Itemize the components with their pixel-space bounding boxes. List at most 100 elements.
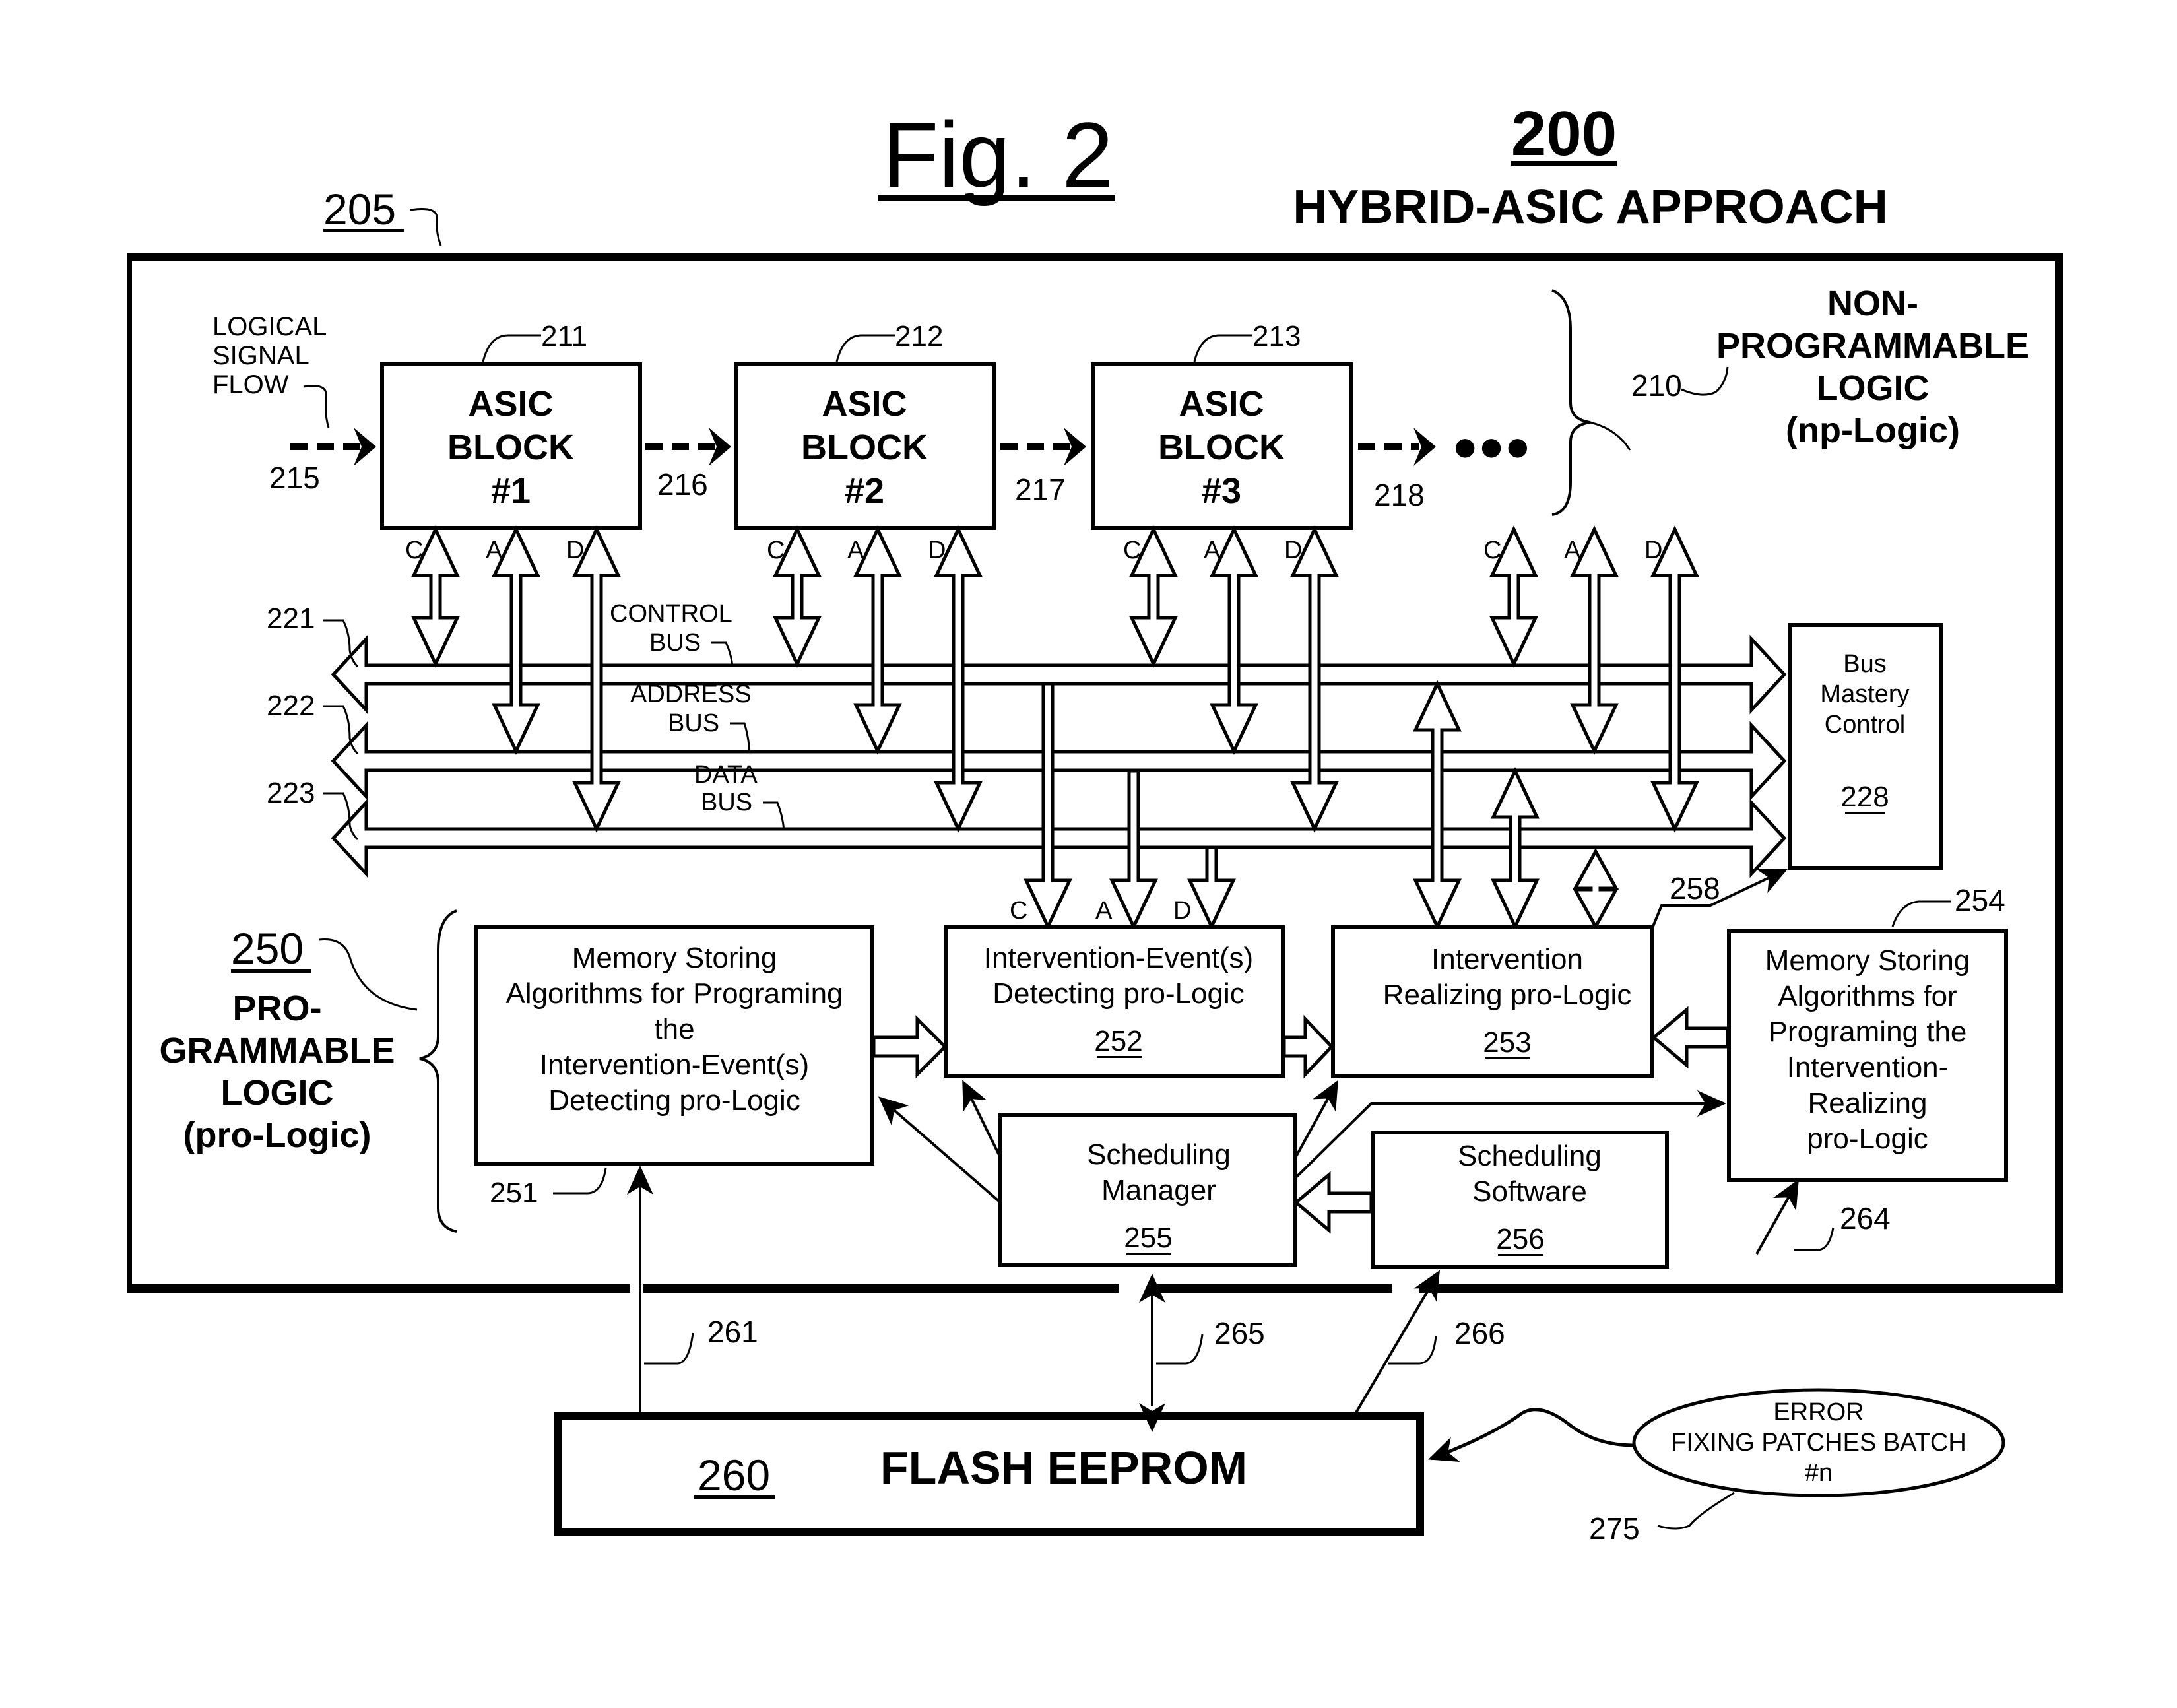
np-logic-line-4: (np-Logic)	[1786, 411, 1960, 450]
address-bus-label-2: BUS	[668, 709, 719, 737]
d-connector-to-253	[1572, 847, 1619, 931]
asic-block-2-ref: 212	[895, 320, 943, 352]
leader-line	[1156, 1334, 1204, 1365]
leader-line	[553, 1167, 607, 1195]
box-253-line-1: Intervention	[1431, 943, 1583, 975]
leader-line	[410, 208, 442, 246]
bus-ref-222: 222	[267, 690, 315, 722]
hollow-arrow-256-to-255	[1293, 1171, 1373, 1234]
flow-ref-218: 218	[1374, 478, 1425, 512]
asic-block-1-line-1: ASIC	[468, 384, 553, 424]
d-connector-to-252	[1187, 845, 1236, 931]
box-254-line-4: Intervention-	[1787, 1051, 1949, 1084]
box-251-line-2: Algorithms for Programing	[505, 977, 843, 1010]
leader-line	[323, 705, 359, 755]
brace-shape	[1551, 289, 1591, 516]
leader-line	[1657, 1492, 1735, 1530]
leader-line	[482, 334, 541, 362]
leader-line	[763, 801, 785, 831]
box-251-line-3: the	[654, 1013, 694, 1045]
a-connector-1	[492, 525, 540, 755]
asic-block-2-line-3: #2	[845, 471, 884, 511]
error-fixing-patches-batch[interactable]: ERROR FIXING PATCHES BATCH #n	[1632, 1388, 2005, 1497]
flow-ref-217: 217	[1015, 473, 1066, 507]
leader-line	[644, 1332, 694, 1365]
hollow-arrow-251-to-252	[872, 1014, 948, 1079]
frame-ref-text: 205	[323, 185, 396, 234]
box-254-line-2: Algorithms for	[1778, 980, 1957, 1012]
bus-mastery-control-box[interactable]: Bus Mastery Control 228	[1788, 623, 1943, 870]
data-bus-label-2: BUS	[701, 789, 752, 816]
arrow-255-to-251	[878, 1096, 1002, 1204]
patches-ref: 275	[1589, 1511, 1640, 1546]
asic-block-2-line-2: BLOCK	[801, 428, 928, 467]
box-252-line-1: Intervention-Event(s)	[984, 942, 1253, 974]
asic-block-1-line-3: #1	[491, 471, 531, 511]
box-253-line-2: Realizing pro-Logic	[1383, 979, 1632, 1011]
bus-ref-223: 223	[267, 777, 315, 809]
patches-line-3: #n	[1805, 1459, 1833, 1487]
leader-line	[323, 619, 359, 668]
link-258: 258	[1651, 869, 1788, 929]
arrow-patches-to-flash	[1428, 1408, 1635, 1462]
data-bus	[331, 798, 1787, 878]
hollow-arrow-254-to-253	[1651, 1006, 1730, 1069]
address-bus	[331, 721, 1787, 801]
signal-flow-line-3: FLOW	[212, 370, 289, 399]
box-254-ir-algorithms-memory[interactable]: Memory Storing Algorithms for Programing…	[1727, 883, 2008, 1182]
box-253-ref-underline	[1485, 1057, 1530, 1059]
flash-eeprom-box[interactable]: 260 FLASH EEPROM	[554, 1412, 1424, 1536]
np-logic-line-1: NON-	[1827, 284, 1918, 323]
leader-line	[319, 938, 418, 1011]
arrow-264-to-254	[1755, 1179, 1799, 1255]
signal-flow-line-2: SIGNAL	[212, 341, 309, 370]
patches-line-1: ERROR	[1773, 1398, 1864, 1426]
link-ref-264: 264	[1840, 1201, 1891, 1235]
box-255-scheduling-manager[interactable]: Scheduling Manager 255	[998, 1113, 1297, 1267]
box-251-line-4: Intervention-Event(s)	[540, 1049, 809, 1081]
np-logic-brace: 210	[1551, 289, 1729, 516]
np-logic-ref: 210	[1631, 368, 1682, 403]
system-buses	[331, 634, 1787, 878]
leader-line	[303, 385, 330, 428]
bus-mastery-ref: 228	[1840, 781, 1889, 813]
control-bus-label-1: CONTROL	[610, 600, 732, 628]
leader-line	[730, 722, 751, 753]
np-logic-line-2: PROGRAMMABLE	[1716, 326, 2029, 366]
address-bus-label-1: ADDRESS	[630, 680, 752, 708]
box-253-intervention-realizing-pro-logic[interactable]: Intervention Realizing pro-Logic 253	[1331, 925, 1654, 1078]
asic-block-1-line-2: BLOCK	[447, 428, 574, 467]
leader-line	[1681, 366, 1729, 396]
leader-line	[711, 641, 734, 667]
box-252-ie-detecting-pro-logic[interactable]: Intervention-Event(s) Detecting pro-Logi…	[944, 925, 1285, 1078]
bus-mastery-line-1: Bus	[1843, 650, 1886, 678]
pro-logic-ref-underline	[231, 969, 311, 973]
pro-logic-line-2: GRAMMABLE	[160, 1031, 395, 1070]
continuation-dots: ●●●	[1452, 421, 1531, 470]
arrow-266-flash-to-256	[1354, 1270, 1441, 1415]
link-ref-258: 258	[1670, 871, 1720, 905]
box-252-ref-underline	[1097, 1056, 1142, 1058]
bus-connectors	[411, 525, 1699, 931]
pro-logic-brace	[419, 909, 457, 1233]
box-251-ie-detecting-algorithms-memory[interactable]: Memory Storing Algorithms for Programing…	[474, 925, 874, 1209]
hybrid-asic-diagram: Fig. 2 200 HYBRID-ASIC APPROACH 205 LOGI…	[127, 98, 2063, 1546]
pro-logic-line-3: LOGIC	[221, 1073, 334, 1113]
box-255-line-1: Scheduling	[1087, 1138, 1231, 1171]
asic-block-1[interactable]: ASIC BLOCK #1 211	[380, 320, 642, 530]
box-256-scheduling-software[interactable]: Scheduling Software 256	[1371, 1131, 1669, 1269]
figure-ref-underline	[1511, 161, 1617, 166]
flow-arrow-215: 215	[269, 428, 376, 495]
asic-block-1-ref: 211	[541, 320, 587, 352]
asic-block-2[interactable]: ASIC BLOCK #2 212	[734, 320, 996, 530]
pro-logic-ref: 250	[231, 924, 304, 973]
patches-line-2: FIXING PATCHES BATCH	[1671, 1429, 1966, 1457]
data-bus-label-1: DATA	[694, 761, 758, 789]
bus-mastery-line-2: Mastery	[1820, 680, 1909, 708]
asic-block-3[interactable]: ASIC BLOCK #3 213	[1091, 320, 1353, 530]
flow-arrow-216: 216	[645, 428, 731, 502]
leader-line	[1794, 1227, 1835, 1251]
figure-ref-number: 200	[1511, 98, 1617, 169]
link-ref-266: 266	[1454, 1316, 1505, 1350]
pro-logic-line-1: PRO-	[233, 989, 322, 1028]
